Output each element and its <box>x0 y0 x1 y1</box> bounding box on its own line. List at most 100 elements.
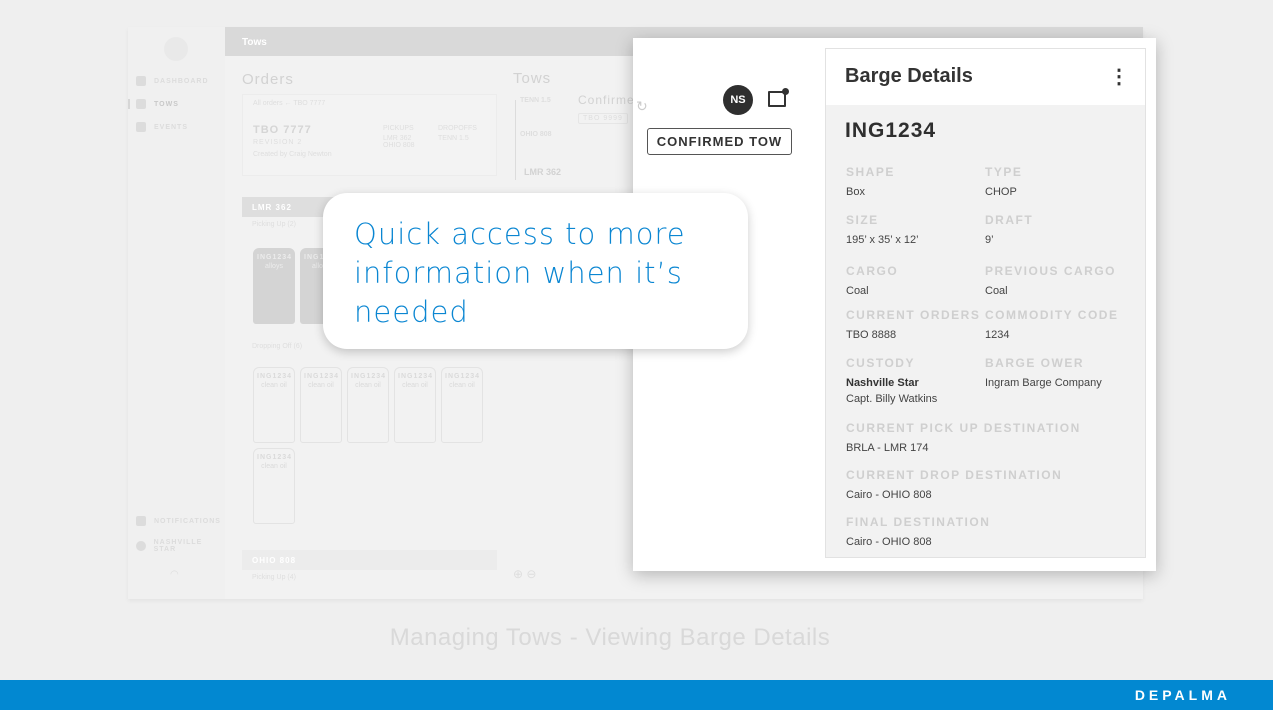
sidebar-item-notifications[interactable]: NOTIFICATIONS <box>136 516 221 526</box>
barge-card-id: ING1234 <box>304 373 340 380</box>
tow-stop[interactable]: LMR 362 <box>524 167 561 177</box>
field-value: Nashville Star Capt. Billy Watkins <box>846 375 937 407</box>
chat-notification-icon[interactable] <box>768 88 789 107</box>
field-label: BARGE OWER <box>985 356 1084 370</box>
sidebar-item-tows[interactable]: TOWS <box>128 99 179 109</box>
field-label: SIZE <box>846 213 879 227</box>
barge-field: CURRENT ORDERS TBO 8888 <box>846 308 980 343</box>
barge-card[interactable]: ING1234 clean oil <box>347 367 389 443</box>
field-label: CARGO <box>846 264 899 278</box>
breadcrumb[interactable]: All orders ← TBO 7777 <box>253 100 325 107</box>
barge-card-cargo: alloys <box>265 263 283 270</box>
custody-captain: Capt. Billy Watkins <box>846 393 938 405</box>
dropoffs-label: DROPOFFS <box>438 125 477 132</box>
barge-field: PREVIOUS CARGO Coal <box>985 264 1116 299</box>
orders-title: Orders <box>242 71 294 88</box>
barge-card[interactable]: ING1234 clean oil <box>253 367 295 443</box>
barge-card[interactable]: ING1234 clean oil <box>394 367 436 443</box>
barge-card-cargo: clean oil <box>449 382 475 389</box>
field-value: 195’ x 35’ x 12’ <box>846 234 919 246</box>
created-by: Created by Craig Newton <box>253 151 332 158</box>
order-card[interactable]: All orders ← TBO 7777 TBO 7777 REVISION … <box>242 94 497 176</box>
sidebar-item-events[interactable]: EVENTS <box>136 122 188 132</box>
barge-card-cargo: clean oil <box>308 382 334 389</box>
barge-card-id: ING1234 <box>257 373 293 380</box>
bell-icon <box>136 516 146 526</box>
order-revision: REVISION 2 <box>253 139 303 146</box>
barge-card-cargo: clean oil <box>402 382 428 389</box>
wifi-icon: ◠ <box>170 569 179 580</box>
picking-up-label: Picking Up (2) <box>252 221 296 228</box>
barge-field: TYPE CHOP <box>985 165 1022 200</box>
depalma-logo: DEPALMA <box>1134 687 1231 703</box>
user-icon <box>136 541 146 551</box>
order-id: TBO 7777 <box>253 124 312 136</box>
barge-details-card: Barge Details ⋮ ING1234 SHAPE Box TYPE CHOP… <box>825 48 1146 558</box>
field-value: Ingram Barge Company <box>985 377 1102 389</box>
barge-card-id: ING1234 <box>445 373 481 380</box>
dropoffs-value: TENN 1.5 <box>438 135 469 142</box>
barge-field: SIZE 195’ x 35’ x 12’ <box>846 213 919 248</box>
pickups-label: PICKUPS <box>383 125 414 132</box>
field-value: Coal <box>985 285 1008 297</box>
barge-card-id: ING1234 <box>257 454 293 461</box>
avatar[interactable]: NS <box>723 85 753 115</box>
field-value: Coal <box>846 285 869 297</box>
barge-field: DRAFT 9’ <box>985 213 1033 248</box>
barge-card[interactable]: ING1234 alloys <box>253 248 295 324</box>
more-options-icon[interactable]: ⋮ <box>1109 67 1129 87</box>
tow-stop[interactable]: TENN 1.5 <box>520 97 551 104</box>
barge-card[interactable]: ING1234 clean oil <box>253 448 295 524</box>
field-label: TYPE <box>985 165 1023 179</box>
callout-bubble: Quick access to more information when it… <box>323 193 748 349</box>
barge-field: CURRENT PICK UP DESTINATION BRLA - LMR 17… <box>846 421 1081 456</box>
sidebar-item-label: NOTIFICATIONS <box>154 517 221 525</box>
tow-order-chip[interactable]: TBO 9999 <box>578 113 628 124</box>
dropping-off-cards: ING1234 clean oil ING1234 clean oil ING1234 c… <box>253 367 503 524</box>
sidebar-item-label: DASHBOARD <box>154 77 209 85</box>
sidebar-item-label: EVENTS <box>154 123 189 131</box>
checkbox-icon <box>136 122 146 132</box>
section-header-ohio808[interactable]: OHIO 808 <box>242 550 497 570</box>
barge-card-cargo: clean oil <box>355 382 381 389</box>
field-label: CURRENT ORDERS <box>846 308 981 322</box>
barge-card[interactable]: ING1234 clean oil <box>300 367 342 443</box>
field-label: DRAFT <box>985 213 1034 227</box>
sidebar-item-label: NASHVILLE STAR <box>153 539 203 553</box>
sidebar-item-dashboard[interactable]: DASHBOARD <box>136 76 209 86</box>
barge-card-id: ING1234 <box>351 373 387 380</box>
slide-caption: Managing Tows - Viewing Barge Details <box>389 624 831 651</box>
barge-field: COMMODITY CODE 1234 <box>985 308 1118 343</box>
home-icon <box>136 76 146 86</box>
barge-field: CARGO Coal <box>846 264 898 299</box>
picking-up-label: Picking Up (4) <box>252 574 296 581</box>
barge-field: FINAL DESTINATION Cairo - OHIO 808 <box>846 515 990 550</box>
field-value: Box <box>846 186 865 198</box>
sidebar-item-profile[interactable]: NASHVILLE STAR <box>136 539 225 553</box>
refresh-icon[interactable]: ↻ <box>636 98 648 115</box>
barge-field: SHAPE Box <box>846 165 895 200</box>
field-label: PREVIOUS CARGO <box>985 264 1117 278</box>
field-value: Cairo - OHIO 808 <box>846 489 932 501</box>
field-label: FINAL DESTINATION <box>846 515 991 529</box>
field-value: TBO 8888 <box>846 329 897 341</box>
callout-text: Quick access to more information when it… <box>354 217 686 329</box>
footer-bar: DEPALMA <box>0 680 1273 710</box>
pickups-value: LMR 362 OHIO 808 <box>383 135 415 149</box>
barge-id: ING1234 <box>845 119 937 142</box>
barge-card[interactable]: ING1234 clean oil <box>441 367 483 443</box>
field-value: Cairo - OHIO 808 <box>846 536 932 548</box>
tow-stop[interactable]: OHIO 808 <box>520 131 552 138</box>
barge-field: CURRENT DROP DESTINATION Cairo - OHIO 808 <box>846 468 1062 503</box>
sidebar-item-label: TOWS <box>154 100 179 108</box>
grid-icon <box>136 99 146 109</box>
sidebar: DASHBOARD TOWS EVENTS NOTIFICATIONS NASH… <box>128 27 225 599</box>
zoom-controls[interactable]: ⊕ ⊖ <box>513 567 536 581</box>
app-logo <box>164 37 188 61</box>
tows-title: Tows <box>513 70 552 87</box>
tow-timeline <box>515 100 516 180</box>
field-label: SHAPE <box>846 165 895 179</box>
custody-vessel: Nashville Star <box>846 377 919 389</box>
dropping-off-label: Dropping Off (6) <box>252 343 303 350</box>
barge-field: CUSTODY Nashville Star Capt. Billy Watkins <box>846 356 937 407</box>
